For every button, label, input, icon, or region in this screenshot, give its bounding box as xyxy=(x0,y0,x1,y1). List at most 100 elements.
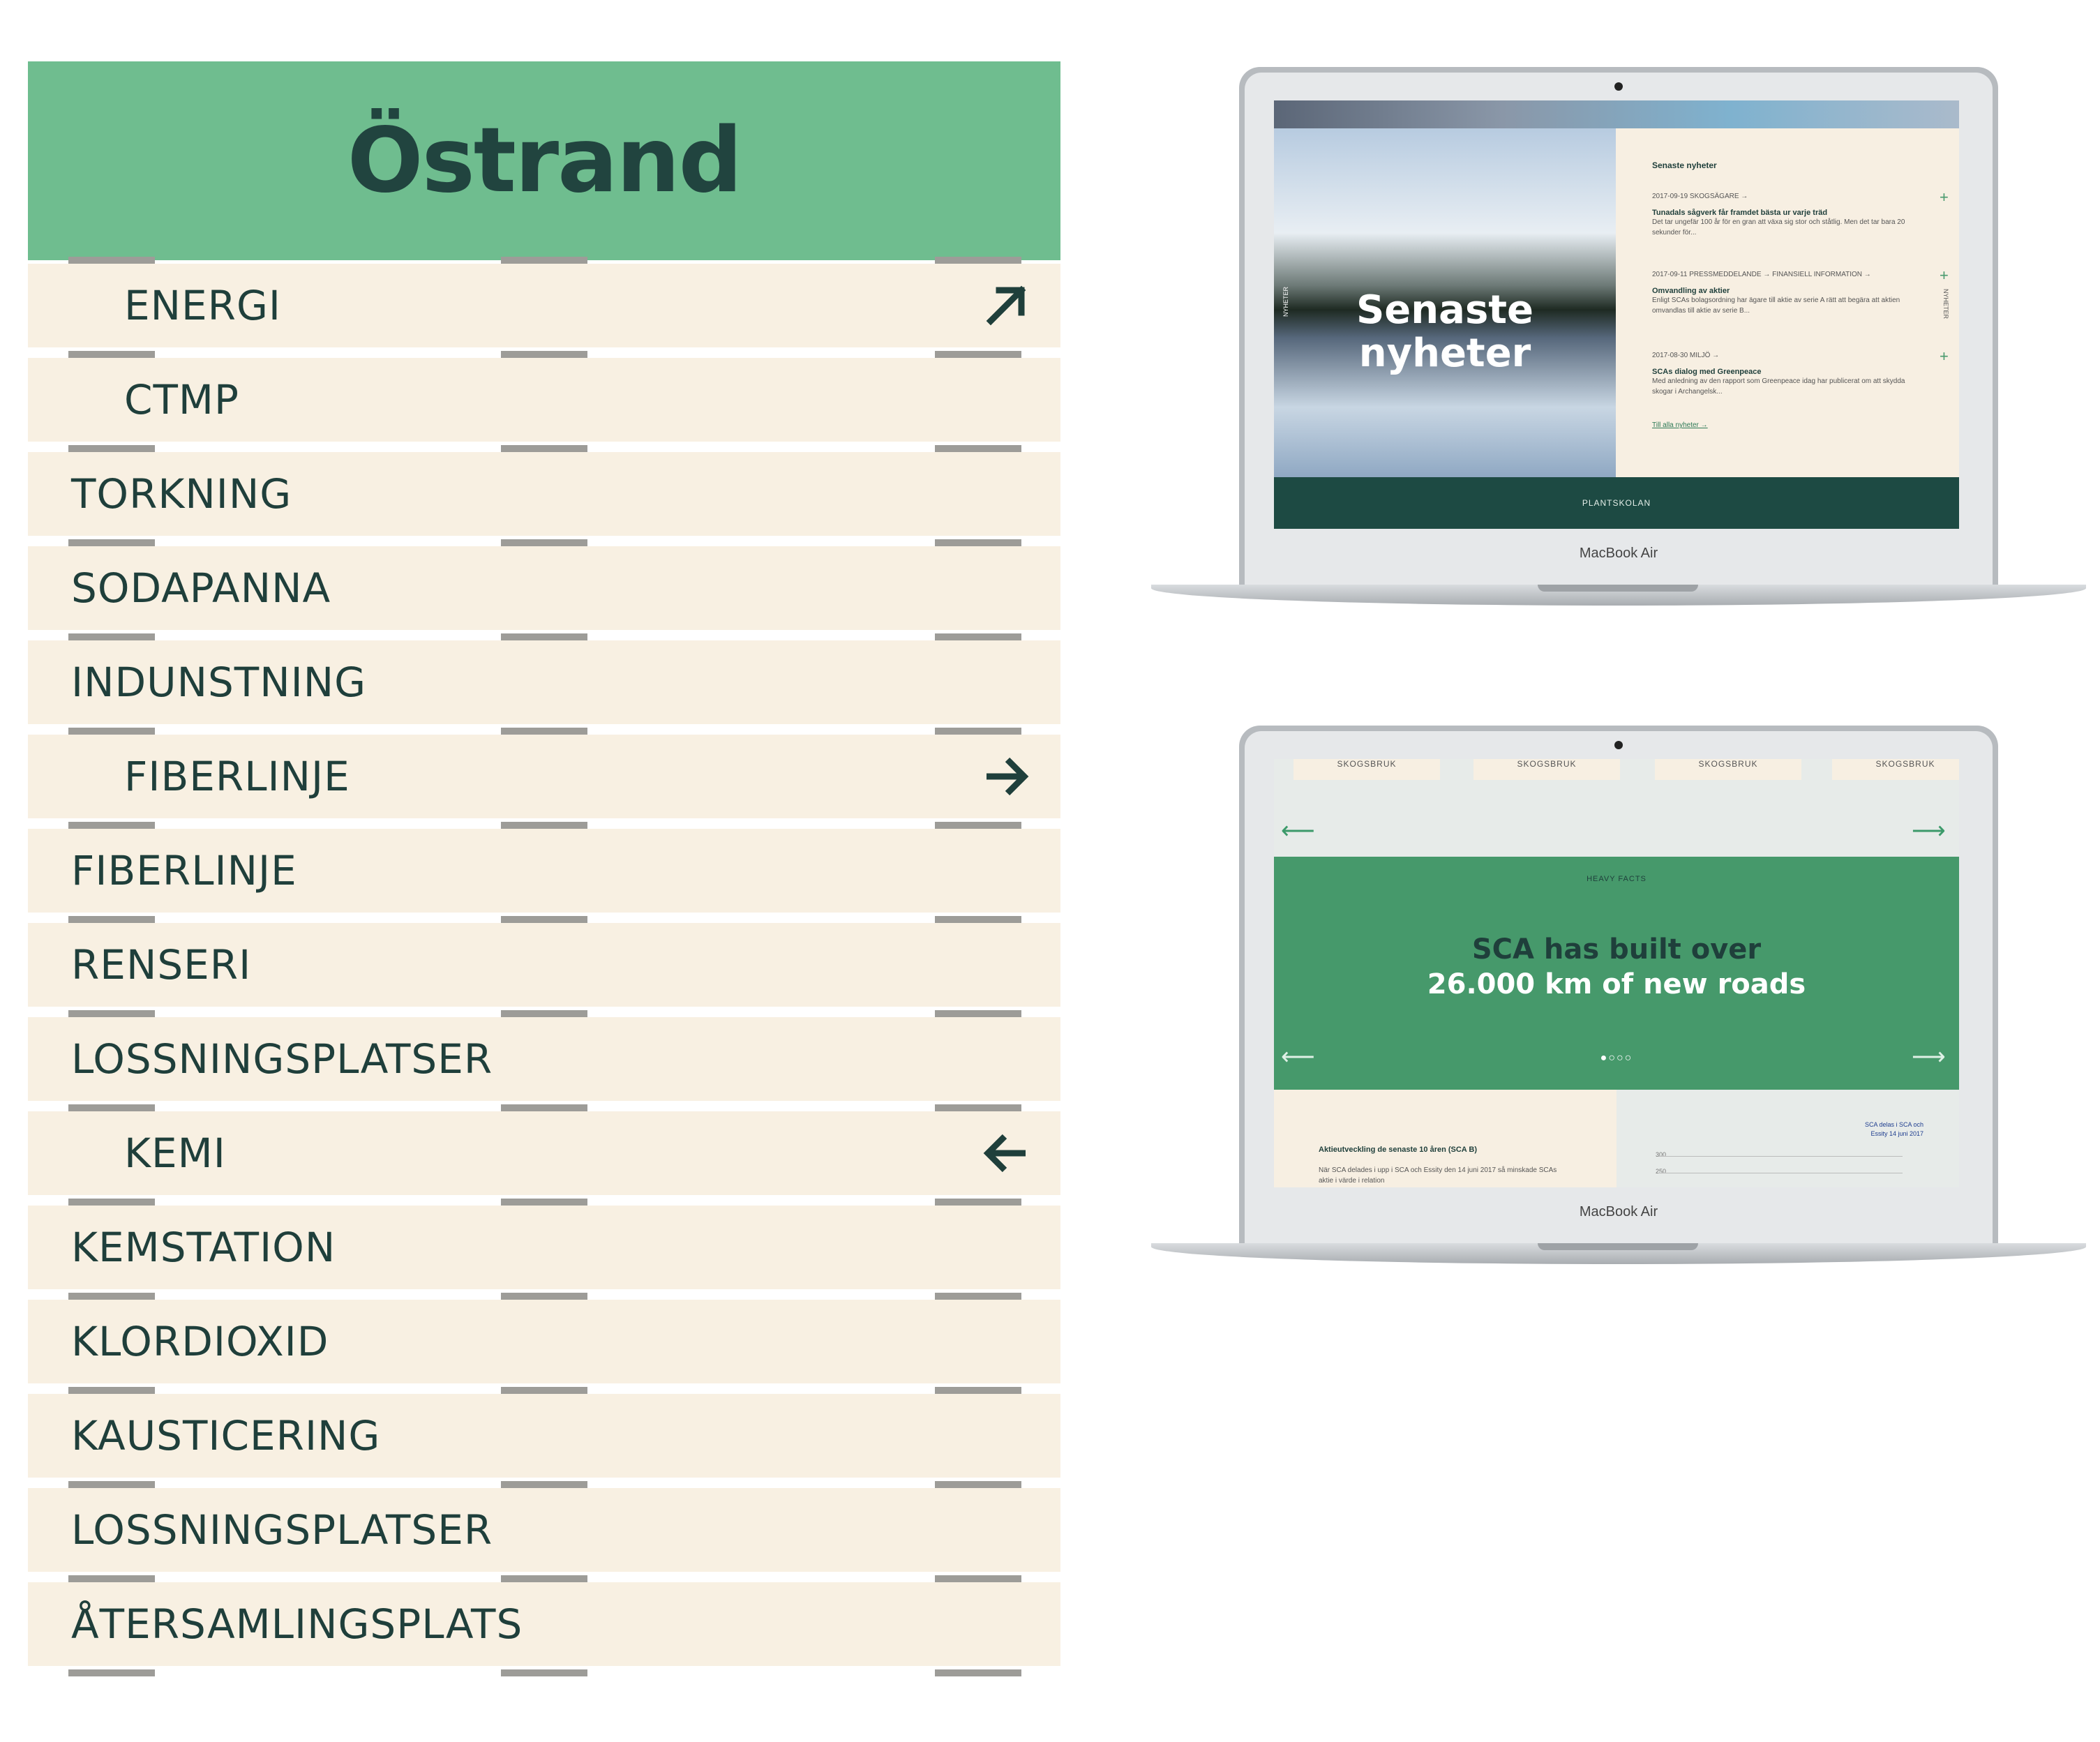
plank-label: ÅTERSAMLINGSPLATS xyxy=(71,1600,523,1648)
laptop-brand: MacBook Air xyxy=(1579,546,1658,561)
sign-plank: FIBERLINJE xyxy=(28,829,1060,913)
arrow-right-icon[interactable]: ⟶ xyxy=(1912,819,1946,843)
plank-label: ENERGI xyxy=(124,282,282,329)
news-body: Med anledning av den rapport som Greenpe… xyxy=(1652,377,1905,396)
plank-bracket xyxy=(501,1669,587,1676)
plank-label: FIBERLINJE xyxy=(71,847,297,894)
plank-label: INDUNSTNING xyxy=(71,659,367,706)
laptop-facts: SKOGSBRUK SKOGSBRUK SKOGSBRUK SKOGSBRUK … xyxy=(1151,726,2086,1270)
plank-bracket xyxy=(501,1104,587,1111)
plank-bracket xyxy=(935,1575,1021,1582)
footer-bar: PLANTSKOLAN xyxy=(1274,477,1959,529)
fact-line-2: 26.000 km of new roads xyxy=(1427,968,1806,1000)
stock-heading: Aktieutveckling de senaste 10 åren (SCA … xyxy=(1319,1146,1478,1154)
plank-bracket xyxy=(501,1010,587,1017)
arrow-up-right-icon xyxy=(981,280,1031,331)
plank-bracket xyxy=(935,1481,1021,1488)
arrow-right-icon xyxy=(981,751,1031,802)
sign-plank: RENSERI xyxy=(28,923,1060,1007)
sign-plank: LOSSNINGSPLATSER xyxy=(28,1017,1060,1101)
laptop-screen: NYHETER Senaste nyheter Senaste nyheter … xyxy=(1274,100,1959,529)
laptop-screen: SKOGSBRUK SKOGSBRUK SKOGSBRUK SKOGSBRUK … xyxy=(1274,759,1959,1187)
news-title[interactable]: Omvandling av aktier xyxy=(1652,287,1924,295)
news-panel: Senaste nyheter 2017-09-19 SKOGSÄGARE → … xyxy=(1616,128,1959,477)
plank-bracket xyxy=(935,1293,1021,1300)
plank-bracket xyxy=(501,822,587,829)
plank-bracket xyxy=(501,633,587,640)
plank-bracket xyxy=(501,1387,587,1394)
category-tag[interactable]: SKOGSBRUK xyxy=(1832,759,1959,780)
plank-bracket xyxy=(501,916,587,923)
news-item[interactable]: 2017-09-11 PRESSMEDDELANDE → FINANSIELL … xyxy=(1652,266,1949,316)
plus-icon[interactable]: + xyxy=(1940,188,1949,207)
plank-label: KEMSTATION xyxy=(71,1224,336,1271)
plus-icon[interactable]: + xyxy=(1940,266,1949,285)
sign-plank: ENERGI xyxy=(28,264,1060,347)
plank-bracket xyxy=(935,539,1021,546)
footer-label[interactable]: PLANTSKOLAN xyxy=(1582,498,1651,508)
news-body: Det tar ungefär 100 år för en gran att v… xyxy=(1652,218,1905,236)
plank-bracket xyxy=(68,1669,155,1676)
category-tag[interactable]: SKOGSBRUK xyxy=(1473,759,1620,780)
sign-plank: LOSSNINGSPLATSER xyxy=(28,1488,1060,1572)
sign-plank: FIBERLINJE xyxy=(28,735,1060,818)
plank-bracket xyxy=(501,1199,587,1206)
plank-bracket xyxy=(68,539,155,546)
plank-bracket xyxy=(935,1104,1021,1111)
facts-kicker: HEAVY FACTS xyxy=(1587,875,1647,883)
plank-bracket xyxy=(68,633,155,640)
plank-bracket xyxy=(935,351,1021,358)
carousel-dots[interactable]: ●○○○ xyxy=(1274,1052,1959,1065)
sign-plank: SODAPANNA xyxy=(28,546,1060,630)
plank-bracket xyxy=(935,728,1021,735)
side-label: NYHETER xyxy=(1942,289,1949,320)
laptop-news: NYHETER Senaste nyheter Senaste nyheter … xyxy=(1151,67,2086,611)
wayfinding-sign: Östrand ENERGI CTMP TORKNING SODAPANNA INDUN… xyxy=(28,61,1060,1680)
category-tag[interactable]: SKOGSBRUK xyxy=(1655,759,1801,780)
plank-bracket xyxy=(501,728,587,735)
browser-top-bar xyxy=(1274,100,1959,128)
news-item[interactable]: 2017-09-19 SKOGSÄGARE → + Tunadals sågve… xyxy=(1652,188,1949,238)
plank-bracket xyxy=(935,1199,1021,1206)
hero-title: Senaste nyheter xyxy=(1356,287,1534,376)
plank-label: LOSSNINGSPLATSER xyxy=(71,1035,493,1083)
plank-bracket xyxy=(68,445,155,452)
chart-annotation: SCA delas i SCA och Essity 14 juni 2017 xyxy=(1864,1121,1923,1137)
plank-label: KLORDIOXID xyxy=(71,1318,329,1365)
plank-bracket xyxy=(68,822,155,829)
news-title[interactable]: SCAs dialog med Greenpeace xyxy=(1652,368,1924,376)
category-tag[interactable]: SKOGSBRUK xyxy=(1293,759,1440,780)
plank-bracket xyxy=(68,728,155,735)
plank-bracket xyxy=(68,257,155,264)
plank-bracket xyxy=(935,1387,1021,1394)
all-news-link[interactable]: Till alla nyheter → xyxy=(1652,421,1708,429)
laptop-lid: SKOGSBRUK SKOGSBRUK SKOGSBRUK SKOGSBRUK … xyxy=(1239,726,1998,1252)
plus-icon[interactable]: + xyxy=(1940,347,1949,366)
plank-label: KEMI xyxy=(124,1129,226,1177)
news-title[interactable]: Tunadals sågverk får framdet bästa ur va… xyxy=(1652,209,1924,217)
plank-bracket xyxy=(68,1481,155,1488)
plank-bracket xyxy=(501,257,587,264)
plank-bracket xyxy=(68,351,155,358)
news-meta: 2017-09-11 PRESSMEDDELANDE → FINANSIELL … xyxy=(1652,271,1871,278)
plank-bracket xyxy=(68,1010,155,1017)
lake-photo: NYHETER Senaste nyheter xyxy=(1274,128,1616,477)
sign-plank: ÅTERSAMLINGSPLATS xyxy=(28,1582,1060,1666)
plank-bracket xyxy=(501,351,587,358)
sign-header: Östrand xyxy=(28,61,1060,260)
news-meta: 2017-09-19 SKOGSÄGARE → xyxy=(1652,193,1748,200)
plank-bracket xyxy=(935,822,1021,829)
stock-chart-panel: SCA delas i SCA och Essity 14 juni 2017 … xyxy=(1617,1090,1959,1187)
tick-label: 250 xyxy=(1656,1168,1667,1175)
camera-icon xyxy=(1614,82,1623,91)
plank-bracket xyxy=(935,257,1021,264)
plank-label: LOSSNINGSPLATSER xyxy=(71,1506,493,1554)
sign-plank: CTMP xyxy=(28,358,1060,442)
plank-label: SODAPANNA xyxy=(71,564,331,612)
arrow-left-icon[interactable]: ⟵ xyxy=(1281,819,1315,843)
news-item[interactable]: 2017-08-30 MILJÖ → + SCAs dialog med Gre… xyxy=(1652,347,1949,397)
fact-line-1: SCA has built over xyxy=(1471,933,1762,966)
laptop-brand: MacBook Air xyxy=(1579,1204,1658,1219)
laptop-lid: NYHETER Senaste nyheter Senaste nyheter … xyxy=(1239,67,1998,593)
plank-label: CTMP xyxy=(124,376,239,423)
